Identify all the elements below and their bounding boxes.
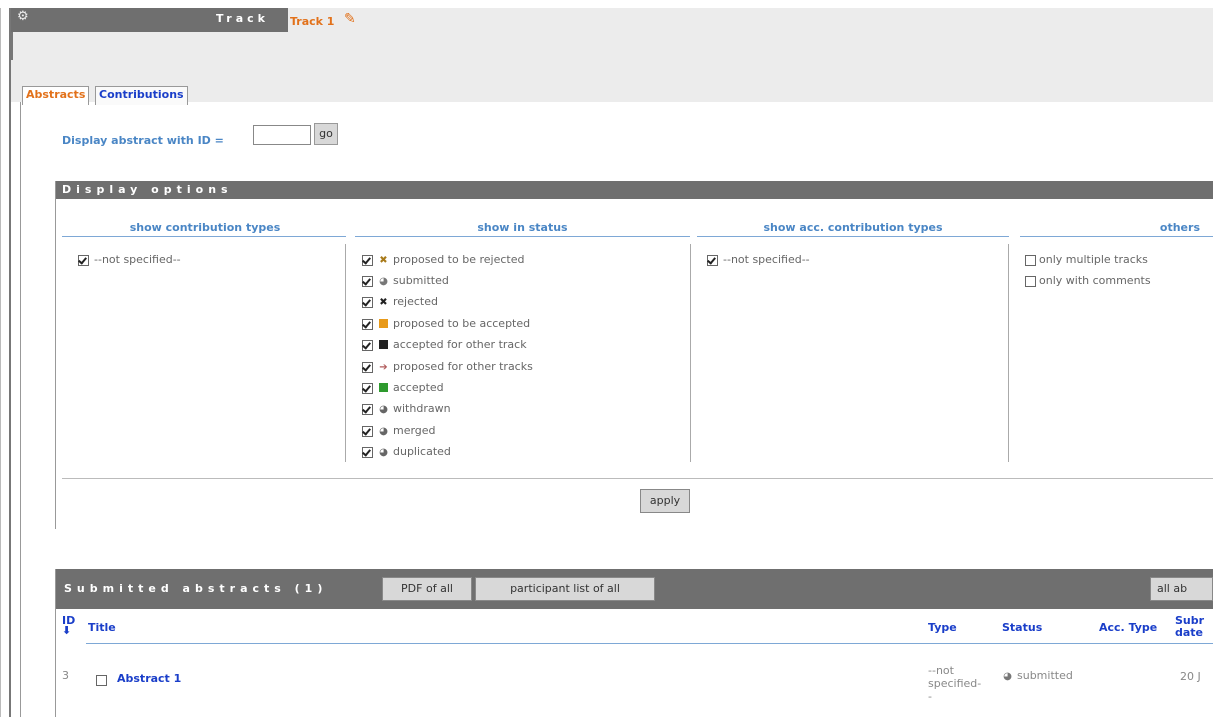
checkbox[interactable] [707, 254, 718, 266]
option-status-withdrawn[interactable]: ◕ withdrawn [362, 398, 451, 419]
col-status-header[interactable]: Status [1002, 621, 1042, 634]
option-status-merged[interactable]: ◕ merged [362, 420, 436, 441]
abstract-title-link[interactable]: Abstract 1 [117, 672, 181, 685]
option-acc-contribution-type[interactable]: --not specified-- [707, 249, 810, 270]
submitted-abstracts-title: Submitted abstracts (1) [64, 582, 328, 595]
duplicated-icon: ◕ [379, 446, 388, 458]
col-separator [1008, 244, 1009, 462]
option-status-submitted[interactable]: ◕ submitted [362, 270, 449, 291]
option-status-accepted[interactable]: accepted [362, 377, 444, 398]
col-title-header[interactable]: Title [88, 621, 116, 634]
option-status-proposed-accepted[interactable]: proposed to be accepted [362, 313, 530, 334]
proposed-accepted-icon [378, 318, 389, 330]
checkbox[interactable] [362, 403, 373, 415]
track-name: Track 1 [290, 15, 335, 28]
participant-list-button[interactable]: participant list of all [475, 577, 655, 601]
checkbox[interactable] [362, 361, 373, 373]
header-track-area [288, 8, 1213, 32]
options-left-border [55, 181, 56, 529]
content-left-border [20, 102, 21, 717]
col-underline [1020, 236, 1213, 237]
tab-abstracts[interactable]: Abstracts [22, 86, 90, 105]
abstract-id-input[interactable] [253, 125, 311, 145]
col-head-others: others [1159, 221, 1200, 234]
col-submission-date-header[interactable]: Subr date [1175, 615, 1204, 639]
table-header-underline [86, 643, 1213, 644]
apply-button[interactable]: apply [640, 489, 690, 513]
tab-contributions[interactable]: Contributions [95, 86, 188, 105]
display-id-label: Display abstract with ID = [62, 134, 224, 147]
checkbox[interactable] [362, 339, 373, 351]
col-id-header[interactable]: ID ⬇ [62, 615, 75, 637]
track-tools-icon[interactable]: ⚙ [17, 9, 39, 25]
option-status-accepted-other-track[interactable]: accepted for other track [362, 334, 527, 355]
submitted-icon: ◕ [379, 275, 388, 287]
row-type: --not specified- - [928, 664, 982, 703]
band-left-line [11, 32, 13, 60]
proposed-rejected-icon: ✖ [379, 254, 388, 266]
merged-icon: ◕ [379, 425, 388, 437]
checkbox[interactable] [362, 318, 373, 330]
col-head-status: show in status [477, 221, 568, 234]
col-underline [62, 236, 346, 237]
row-submission-date: 20 J [1180, 670, 1201, 683]
col-acc-type-header[interactable]: Acc. Type [1099, 621, 1157, 634]
all-abstracts-button[interactable]: all ab [1150, 577, 1213, 601]
apply-separator [62, 478, 1213, 479]
checkbox[interactable] [1025, 254, 1036, 266]
row-select-checkbox[interactable] [96, 675, 107, 686]
option-status-rejected[interactable]: ✖ rejected [362, 291, 438, 312]
col-separator [690, 244, 691, 462]
withdrawn-icon: ◕ [379, 403, 388, 415]
pdf-of-all-button[interactable]: PDF of all [382, 577, 472, 601]
option-only-with-comments[interactable]: only with comments [1025, 270, 1151, 291]
option-status-proposed-rejected[interactable]: ✖ proposed to be rejected [362, 249, 524, 270]
display-options-title: Display options [62, 183, 233, 196]
row-status: ◕ submitted [1003, 669, 1073, 682]
accepted-other-track-icon [378, 339, 389, 351]
proposed-other-tracks-icon: ➔ [379, 361, 388, 373]
header-section-label: Track [216, 12, 269, 25]
col-separator [345, 244, 346, 462]
edit-track-icon[interactable]: ✎ [344, 11, 356, 27]
checkbox[interactable] [1025, 275, 1036, 287]
col-head-acc-types: show acc. contribution types [763, 221, 943, 234]
tab-band [11, 32, 1213, 102]
col-type-header[interactable]: Type [928, 621, 957, 634]
checkbox[interactable] [362, 425, 373, 437]
col-underline [355, 236, 690, 237]
checkbox[interactable] [362, 254, 373, 266]
option-status-duplicated[interactable]: ◕ duplicated [362, 441, 451, 462]
option-only-multiple-tracks[interactable]: only multiple tracks [1025, 249, 1148, 270]
go-button[interactable]: go [314, 123, 338, 145]
checkbox[interactable] [78, 254, 89, 266]
col-underline [697, 236, 1009, 237]
col-head-contribution-types: show contribution types [129, 221, 281, 234]
checkbox[interactable] [362, 382, 373, 394]
row-id: 3 [62, 669, 69, 682]
frame-left-border [9, 8, 11, 717]
sort-down-icon: ⬇ [62, 624, 72, 637]
option-status-proposed-other-tracks[interactable]: ➔ proposed for other tracks [362, 356, 533, 377]
checkbox[interactable] [362, 446, 373, 458]
option-contribution-type[interactable]: --not specified-- [78, 249, 181, 270]
checkbox[interactable] [362, 275, 373, 287]
submitted-icon: ◕ [1003, 670, 1012, 682]
frame-edge [0, 8, 1, 717]
checkbox[interactable] [362, 296, 373, 308]
accepted-icon [378, 382, 389, 394]
rejected-icon: ✖ [379, 296, 388, 308]
